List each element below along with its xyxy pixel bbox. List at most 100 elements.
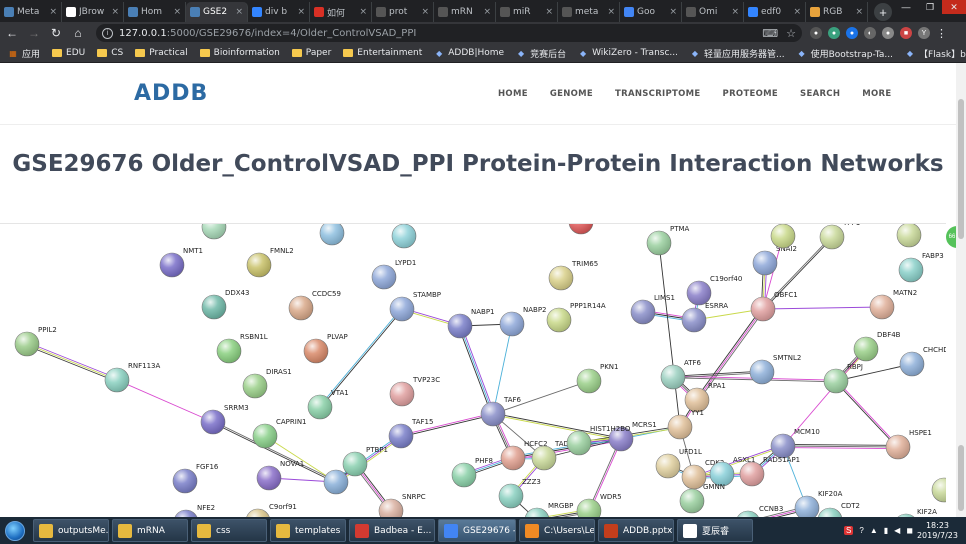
network-node[interactable]: RBPJ bbox=[823, 363, 863, 394]
browser-tab[interactable]: 如何 × bbox=[310, 2, 372, 22]
network-edge[interactable] bbox=[762, 306, 883, 310]
network-edge[interactable] bbox=[26, 345, 117, 382]
nav-link-transcriptome[interactable]: TRANSCRIPTOME bbox=[615, 89, 701, 99]
network-node[interactable]: RPA1 bbox=[684, 382, 726, 413]
network-node[interactable]: DBF4B bbox=[853, 331, 901, 362]
network-node[interactable]: PPP1R14A bbox=[546, 302, 606, 333]
taskbar-button[interactable]: outputsMe... bbox=[33, 519, 109, 542]
site-logo[interactable]: ADDB bbox=[134, 81, 208, 106]
menu-kebab-icon[interactable]: ⋮ bbox=[936, 27, 947, 40]
page-scrollbar[interactable] bbox=[956, 63, 966, 517]
taskbar-button[interactable]: mRNA bbox=[112, 519, 188, 542]
network-node[interactable]: CHCHD bbox=[899, 346, 946, 377]
network-node[interactable]: NOVA1 bbox=[256, 460, 304, 491]
tab-close-icon[interactable]: × bbox=[111, 7, 119, 17]
tab-close-icon[interactable]: × bbox=[421, 7, 429, 17]
network-node[interactable]: TPP1 bbox=[819, 224, 860, 250]
bookmark-item[interactable]: ◆ 【Flask】bootstra... bbox=[905, 47, 966, 60]
browser-tab[interactable]: Goo × bbox=[620, 2, 682, 22]
taskbar-button[interactable]: templates bbox=[270, 519, 346, 542]
network-node[interactable]: CTC1 bbox=[770, 224, 812, 249]
network-node[interactable]: TRIM65 bbox=[548, 260, 598, 291]
network-edge[interactable] bbox=[658, 242, 681, 428]
network-node[interactable]: LIMS1 bbox=[630, 294, 675, 325]
bookmark-item[interactable]: Bioinformation bbox=[199, 48, 280, 58]
start-button[interactable] bbox=[0, 517, 30, 544]
browser-tab[interactable]: prot × bbox=[372, 2, 434, 22]
network-node[interactable]: C9orf91 bbox=[246, 503, 297, 517]
network-edge[interactable] bbox=[26, 343, 118, 381]
bookmark-star-icon[interactable]: ☆ bbox=[786, 27, 796, 40]
network-node[interactable]: KIF2A bbox=[894, 508, 937, 517]
notification-icon[interactable]: ◼ bbox=[906, 526, 913, 535]
clock[interactable]: 18:23 2019/7/23 bbox=[917, 521, 966, 541]
network-node[interactable]: GMNN bbox=[679, 483, 725, 514]
network-node[interactable]: SNAI2 bbox=[752, 245, 797, 276]
nav-link-genome[interactable]: GENOME bbox=[550, 89, 593, 99]
extension-icon[interactable]: ● bbox=[882, 27, 894, 39]
network-node[interactable]: TAF15 bbox=[388, 418, 433, 449]
network-node[interactable]: SNRPC bbox=[378, 493, 426, 517]
network-node[interactable]: FGF16 bbox=[172, 463, 219, 494]
network-node[interactable]: SRRM3 bbox=[200, 404, 249, 435]
network-edge[interactable] bbox=[458, 326, 492, 415]
network-node[interactable]: PKN1 bbox=[576, 363, 619, 394]
bookmark-item[interactable]: ◆ ADDB|Home bbox=[434, 48, 504, 58]
network-node[interactable]: CDT2 bbox=[818, 502, 860, 517]
network-node[interactable]: YY1 bbox=[667, 409, 704, 440]
network-node[interactable]: DDX43 bbox=[201, 289, 249, 320]
network-node[interactable]: TAF6 bbox=[480, 396, 522, 427]
home-icon[interactable]: ⌂ bbox=[68, 23, 88, 43]
new-tab-button[interactable]: + bbox=[874, 3, 892, 21]
nav-link-more[interactable]: MORE bbox=[862, 89, 891, 99]
extension-icon[interactable]: ◐ bbox=[864, 27, 876, 39]
network-node[interactable] bbox=[201, 224, 227, 240]
network-node[interactable] bbox=[391, 224, 417, 249]
network-node[interactable]: PTBP1 bbox=[342, 446, 388, 477]
taskbar-button[interactable]: ADDB.pptx... bbox=[598, 519, 674, 542]
nav-link-proteome[interactable]: PROTEOME bbox=[723, 89, 779, 99]
network-node[interactable]: DIRAS1 bbox=[242, 368, 292, 399]
network-edge[interactable] bbox=[782, 447, 898, 450]
browser-tab[interactable]: meta × bbox=[558, 2, 620, 22]
bookmark-item[interactable]: EDU bbox=[52, 48, 85, 58]
network-node[interactable]: MATN2 bbox=[869, 289, 917, 320]
help-icon[interactable]: ? bbox=[859, 526, 863, 535]
taskbar-button[interactable]: Badbea - E... bbox=[349, 519, 435, 542]
ppi-network-panel[interactable]: NMT1 FMNL2 DDX43 CCDC59 LYPD1 STAMBP PPIL2 RSBN… bbox=[0, 223, 946, 517]
site-info-icon[interactable]: i bbox=[102, 27, 113, 39]
bookmark-item[interactable]: ◆ 竞赛后台 bbox=[516, 47, 566, 60]
browser-tab[interactable]: mRN × bbox=[434, 2, 496, 22]
taskbar-button[interactable]: css bbox=[191, 519, 267, 542]
bookmark-item[interactable]: Entertainment bbox=[343, 48, 422, 58]
network-node[interactable]: PLVAP bbox=[303, 333, 348, 364]
browser-tab[interactable]: Omi × bbox=[682, 2, 744, 22]
volume-icon[interactable]: ◀ bbox=[894, 526, 900, 535]
tab-close-icon[interactable]: × bbox=[793, 7, 801, 17]
network-node[interactable]: TVP23C bbox=[389, 376, 440, 407]
network-edge[interactable] bbox=[783, 443, 899, 446]
network-node[interactable] bbox=[896, 224, 922, 248]
tab-close-icon[interactable]: × bbox=[297, 7, 305, 17]
browser-tab[interactable]: Meta × bbox=[0, 2, 62, 22]
network-node[interactable] bbox=[319, 224, 345, 246]
network-node[interactable]: WDR5 bbox=[576, 493, 622, 517]
tab-close-icon[interactable]: × bbox=[855, 7, 863, 17]
network-node[interactable]: ZZZ3 bbox=[498, 478, 541, 509]
network-node[interactable]: CAPRIN1 bbox=[252, 418, 307, 449]
profile-avatar-icon[interactable]: Y bbox=[918, 27, 930, 39]
minimize-icon[interactable]: — bbox=[894, 0, 918, 14]
forward-icon[interactable]: → bbox=[24, 23, 44, 43]
ppi-network-graph[interactable]: NMT1 FMNL2 DDX43 CCDC59 LYPD1 STAMBP PPIL2 RSBN… bbox=[0, 224, 946, 517]
tab-close-icon[interactable]: × bbox=[545, 7, 553, 17]
tab-close-icon[interactable]: × bbox=[607, 7, 615, 17]
network-node[interactable]: STAMBP bbox=[389, 291, 441, 322]
network-node[interactable]: ESRRA bbox=[681, 302, 728, 333]
network-node[interactable]: RSBN1L bbox=[216, 333, 268, 364]
address-bar[interactable]: i 127.0.0.1:5000/GSE29676/index=4/Older_… bbox=[96, 24, 802, 42]
network-node[interactable]: CCDC59 bbox=[288, 290, 341, 321]
restore-icon[interactable]: ❐ bbox=[918, 0, 942, 14]
bookmark-item[interactable]: CS bbox=[97, 48, 123, 58]
network-node[interactable]: HSPE1 bbox=[885, 429, 932, 460]
translate-icon[interactable]: ⌨ bbox=[762, 27, 778, 40]
